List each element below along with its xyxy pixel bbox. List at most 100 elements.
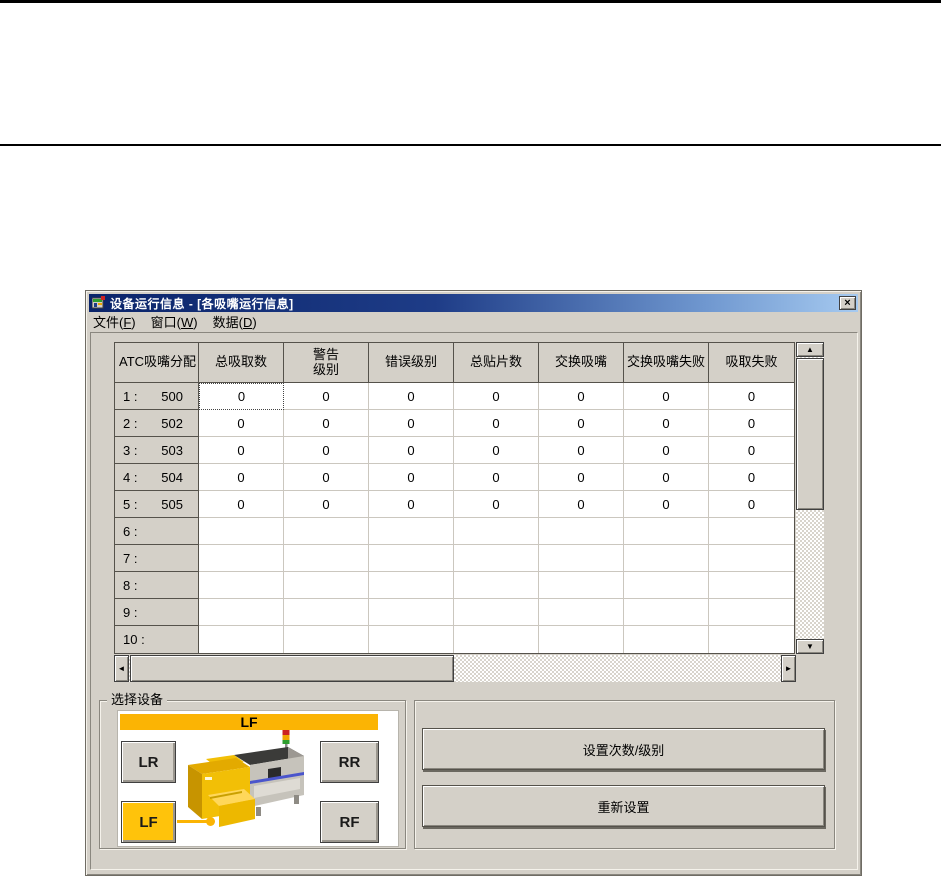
table-cell[interactable]: 0 xyxy=(454,491,539,518)
row-header[interactable]: 3 : 503 xyxy=(115,437,199,464)
table-cell[interactable]: 0 xyxy=(199,383,284,410)
column-header[interactable]: 警告 级别 xyxy=(284,343,369,383)
table-cell[interactable]: 0 xyxy=(539,437,624,464)
table-cell[interactable] xyxy=(284,572,369,599)
table-cell[interactable] xyxy=(199,518,284,545)
table-cell[interactable] xyxy=(199,626,284,653)
table-cell[interactable]: 0 xyxy=(454,383,539,410)
column-header[interactable]: 总吸取数 xyxy=(199,343,284,383)
table-cell[interactable] xyxy=(624,626,709,653)
row-header[interactable]: 9 : xyxy=(115,599,199,626)
table-cell[interactable]: 0 xyxy=(709,464,794,491)
device-button-rr[interactable]: RR xyxy=(320,741,379,783)
column-header[interactable]: 交换吸嘴 xyxy=(539,343,624,383)
table-cell[interactable]: 0 xyxy=(454,437,539,464)
table-cell[interactable] xyxy=(539,572,624,599)
table-cell[interactable] xyxy=(199,545,284,572)
table-cell[interactable]: 0 xyxy=(369,437,454,464)
table-cell[interactable]: 0 xyxy=(369,491,454,518)
table-cell[interactable] xyxy=(284,545,369,572)
table-cell[interactable]: 0 xyxy=(199,491,284,518)
table-cell[interactable] xyxy=(624,599,709,626)
table-cell[interactable] xyxy=(539,599,624,626)
table-cell[interactable]: 0 xyxy=(284,464,369,491)
table-cell[interactable] xyxy=(284,518,369,545)
row-header[interactable]: 2 : 502 xyxy=(115,410,199,437)
row-header[interactable]: 7 : xyxy=(115,545,199,572)
table-cell[interactable] xyxy=(454,518,539,545)
titlebar[interactable]: 设备运行信息 - [各吸嘴运行信息] × xyxy=(89,294,858,312)
vertical-scrollbar[interactable]: ▲ ▼ xyxy=(796,342,824,654)
reset-button[interactable]: 重新设置 xyxy=(422,785,825,827)
row-header[interactable]: 10 : xyxy=(115,626,199,653)
table-cell[interactable] xyxy=(709,572,794,599)
table-cell[interactable]: 0 xyxy=(539,491,624,518)
table-cell[interactable] xyxy=(369,599,454,626)
table-cell[interactable] xyxy=(624,545,709,572)
table-cell[interactable] xyxy=(454,572,539,599)
table-cell[interactable] xyxy=(709,545,794,572)
table-cell[interactable]: 0 xyxy=(709,437,794,464)
table-cell[interactable] xyxy=(199,572,284,599)
table-cell[interactable]: 0 xyxy=(199,437,284,464)
table-cell[interactable]: 0 xyxy=(199,410,284,437)
column-header[interactable]: 吸取失败 xyxy=(709,343,794,383)
device-button-lf[interactable]: LF xyxy=(121,801,176,843)
row-header[interactable]: 1 : 500 xyxy=(115,383,199,410)
table-cell[interactable]: 0 xyxy=(624,383,709,410)
row-header[interactable]: 5 : 505 xyxy=(115,491,199,518)
table-cell[interactable]: 0 xyxy=(539,410,624,437)
table-cell[interactable]: 0 xyxy=(539,464,624,491)
table-cell[interactable] xyxy=(369,518,454,545)
table-cell[interactable]: 0 xyxy=(539,383,624,410)
close-button[interactable]: × xyxy=(839,296,856,310)
table-cell[interactable]: 0 xyxy=(284,437,369,464)
table-cell[interactable] xyxy=(369,626,454,653)
table-cell[interactable] xyxy=(624,518,709,545)
table-cell[interactable]: 0 xyxy=(624,410,709,437)
table-cell[interactable] xyxy=(199,599,284,626)
horizontal-scroll-thumb[interactable] xyxy=(130,655,454,682)
row-header[interactable]: 6 : xyxy=(115,518,199,545)
table-cell[interactable]: 0 xyxy=(284,410,369,437)
scroll-left-button[interactable]: ◄ xyxy=(114,655,129,682)
scroll-down-button[interactable]: ▼ xyxy=(796,639,824,654)
table-cell[interactable] xyxy=(539,626,624,653)
menu-item-data[interactable]: 数据(D) xyxy=(207,311,266,332)
table-cell[interactable] xyxy=(369,545,454,572)
table-cell[interactable] xyxy=(284,599,369,626)
table-cell[interactable]: 0 xyxy=(709,491,794,518)
table-cell[interactable] xyxy=(709,626,794,653)
table-cell[interactable]: 0 xyxy=(624,464,709,491)
table-cell[interactable] xyxy=(369,572,454,599)
table-cell[interactable] xyxy=(709,599,794,626)
row-header[interactable]: 8 : xyxy=(115,572,199,599)
table-cell[interactable] xyxy=(709,518,794,545)
menu-item-window[interactable]: 窗口(W) xyxy=(145,311,207,332)
vertical-scroll-thumb[interactable] xyxy=(796,358,824,510)
device-button-rf[interactable]: RF xyxy=(320,801,379,843)
table-cell[interactable]: 0 xyxy=(284,383,369,410)
scroll-up-button[interactable]: ▲ xyxy=(796,342,824,357)
table-cell[interactable]: 0 xyxy=(369,410,454,437)
table-cell[interactable] xyxy=(624,572,709,599)
table-cell[interactable] xyxy=(454,545,539,572)
table-cell[interactable]: 0 xyxy=(369,383,454,410)
table-cell[interactable]: 0 xyxy=(454,410,539,437)
column-header[interactable]: 总贴片数 xyxy=(454,343,539,383)
table-cell[interactable]: 0 xyxy=(369,464,454,491)
table-cell[interactable] xyxy=(454,599,539,626)
table-cell[interactable] xyxy=(454,626,539,653)
table-cell[interactable] xyxy=(539,518,624,545)
device-button-lr[interactable]: LR xyxy=(121,741,176,783)
table-cell[interactable]: 0 xyxy=(454,464,539,491)
column-header-atc-nozzle[interactable]: ATC吸嘴分配 xyxy=(115,343,199,383)
table-cell[interactable]: 0 xyxy=(624,491,709,518)
table-cell[interactable] xyxy=(539,545,624,572)
table-cell[interactable] xyxy=(284,626,369,653)
table-cell[interactable]: 0 xyxy=(709,410,794,437)
set-count-level-button[interactable]: 设置次数/级别 xyxy=(422,728,825,770)
column-header[interactable]: 交换吸嘴失败 xyxy=(624,343,709,383)
table-cell[interactable]: 0 xyxy=(624,437,709,464)
column-header[interactable]: 错误级别 xyxy=(369,343,454,383)
